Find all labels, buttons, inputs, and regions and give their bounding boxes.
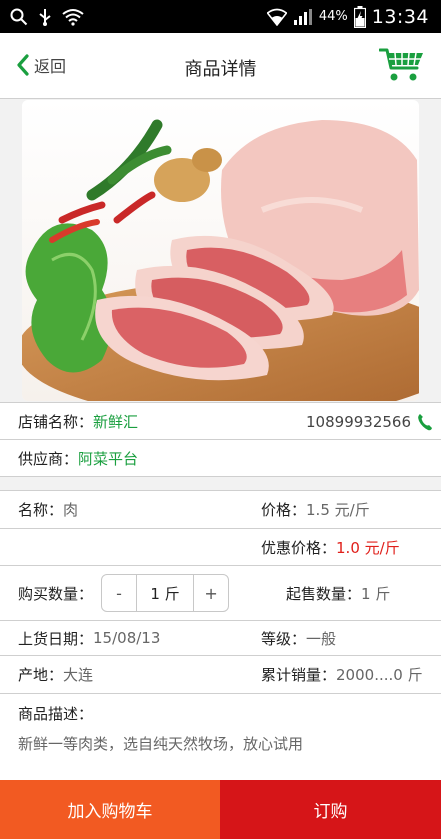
discount-row: 优惠价格：1.0 元/斤 xyxy=(0,529,441,565)
back-label: 返回 xyxy=(34,57,67,76)
divider xyxy=(0,402,441,403)
grade-value: 一般 xyxy=(306,629,337,648)
name-label: 名称： xyxy=(18,501,64,519)
description-label: 商品描述： xyxy=(18,704,94,723)
price-label: 价格： xyxy=(261,501,307,519)
store-label: 店铺名称： xyxy=(18,413,94,431)
supplier-row: 供应商： 阿菜平台 xyxy=(0,440,441,476)
supplier-label: 供应商： xyxy=(18,449,79,468)
supplier-name-link[interactable]: 阿菜平台 xyxy=(78,448,138,469)
wifi-status-icon xyxy=(62,8,84,26)
divider xyxy=(0,476,441,477)
usb-icon xyxy=(39,8,51,26)
price-field: 价格：1.5 元/斤 xyxy=(261,499,370,520)
search-icon xyxy=(10,8,28,25)
product-image xyxy=(22,100,419,401)
wifi-icon xyxy=(266,8,287,26)
origin-label: 产地： xyxy=(18,666,64,684)
add-to-cart-button[interactable]: 加入购物车 xyxy=(0,780,220,839)
description-text-row: 新鲜一等肉类，选自纯天然牧场，放心试用 xyxy=(0,728,441,758)
discount-label: 优惠价格： xyxy=(261,538,337,557)
qty-minus-button[interactable]: - xyxy=(102,575,136,611)
name-price-row: 名称： 肉 价格：1.5 元/斤 xyxy=(0,491,441,528)
bottom-action-bar: 加入购物车 订购 xyxy=(0,780,441,839)
quantity-row: 购买数量： - 1 斤 + 起售数量：1 斤 xyxy=(0,566,441,620)
origin-sales-row: 产地： 大连 累计销量：2000....0 斤 xyxy=(0,656,441,693)
order-button[interactable]: 订购 xyxy=(220,780,441,839)
sales-value: 2000....0 斤 xyxy=(336,666,423,684)
page-title: 商品详情 xyxy=(184,59,257,80)
signal-icon xyxy=(293,8,312,25)
description-text: 新鲜一等肉类，选自纯天然牧场，放心试用 xyxy=(18,734,304,753)
discount-field: 优惠价格：1.0 元/斤 xyxy=(261,537,400,558)
quantity-stepper: - 1 斤 + xyxy=(101,574,230,612)
min-qty-label: 起售数量： xyxy=(286,584,362,603)
origin-value: 大连 xyxy=(63,666,94,684)
date-grade-row: 上货日期： 15/08/13 等级：一般 xyxy=(0,621,441,655)
min-qty-value: 1 斤 xyxy=(361,584,391,603)
description-heading-row: 商品描述： xyxy=(0,698,441,728)
status-bar: 44% 13:34 xyxy=(0,0,441,33)
date-label: 上货日期： xyxy=(18,629,94,648)
back-button[interactable]: 返回 xyxy=(16,53,66,77)
sales-label: 累计销量： xyxy=(261,666,337,684)
min-qty-field: 起售数量：1 斤 xyxy=(286,583,390,604)
qty-input[interactable]: 1 斤 xyxy=(136,575,195,611)
battery-charging-icon xyxy=(353,5,366,28)
qty-label: 购买数量： xyxy=(18,584,94,603)
clock: 13:34 xyxy=(371,5,429,28)
price-value: 1.5 元/斤 xyxy=(306,501,370,519)
grade-field: 等级：一般 xyxy=(261,628,336,649)
grade-label: 等级： xyxy=(261,629,307,648)
divider xyxy=(0,693,441,694)
phone-icon[interactable] xyxy=(417,413,433,431)
store-row: 店铺名称： 新鲜汇 10899932566 xyxy=(0,404,441,439)
chevron-left-icon xyxy=(17,54,29,76)
app-header: 返回 商品详情 xyxy=(0,33,441,99)
product-name: 肉 xyxy=(63,501,79,519)
shopping-cart-icon[interactable] xyxy=(379,47,425,83)
battery-percent: 44% xyxy=(318,9,348,24)
date-value: 15/08/13 xyxy=(93,629,161,647)
qty-plus-button[interactable]: + xyxy=(194,575,228,611)
discount-value: 1.0 元/斤 xyxy=(336,538,400,557)
store-name-link[interactable]: 新鲜汇 xyxy=(93,411,138,432)
store-phone[interactable]: 10899932566 xyxy=(306,413,411,431)
sales-field: 累计销量：2000....0 斤 xyxy=(261,664,423,685)
